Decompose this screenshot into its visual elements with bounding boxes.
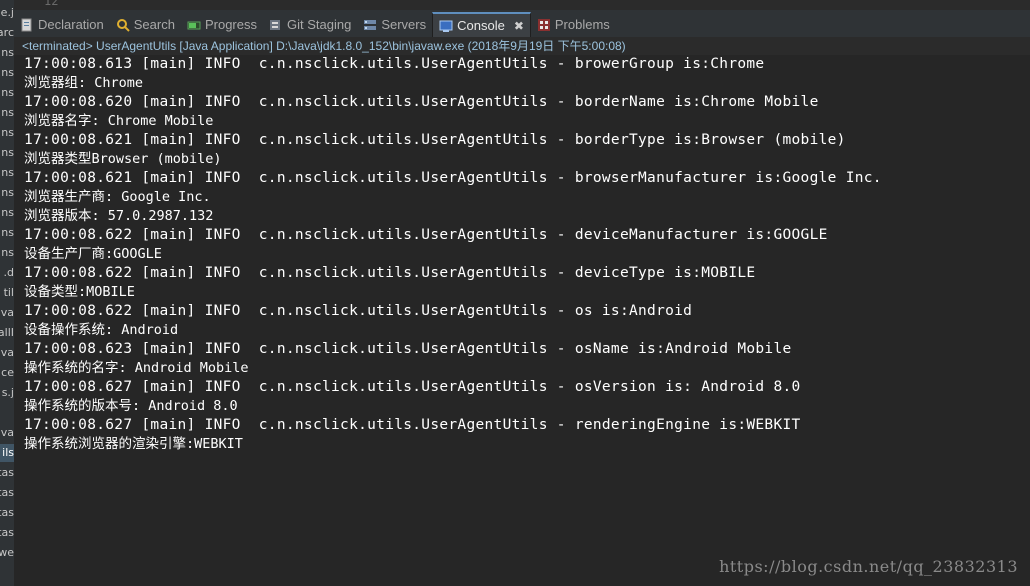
package-tree-item[interactable]: ns: [0, 204, 14, 222]
console-info-bar: <terminated> UserAgentUtils [Java Applic…: [14, 37, 1030, 55]
tab-search[interactable]: Search: [110, 12, 181, 37]
search-icon: [116, 18, 130, 32]
console-output-line: 浏览器版本: 57.0.2987.132: [24, 208, 214, 224]
package-tree-item[interactable]: ils: [0, 444, 14, 462]
console-log-line: 17:00:08.621 [main] INFO c.n.nsclick.uti…: [24, 132, 846, 148]
console-log-line: 17:00:08.622 [main] INFO c.n.nsclick.uti…: [24, 227, 828, 243]
tab-label: Problems: [554, 17, 610, 32]
package-tree-item[interactable]: tas: [0, 464, 14, 482]
problems-icon: [537, 18, 551, 32]
package-tree-item[interactable]: arc: [0, 24, 14, 42]
console-output-line: 设备类型:MOBILE: [24, 284, 135, 300]
console-log-line: 17:00:08.627 [main] INFO c.n.nsclick.uti…: [24, 417, 801, 433]
package-tree-item[interactable]: we: [0, 544, 14, 562]
package-explorer-strip[interactable]: e.j arc ns ns ns ns ns ns ns ns ns ns ns d. til va allI v…: [0, 0, 15, 586]
package-tree-item[interactable]: [0, 404, 14, 422]
package-tree-item[interactable]: ns: [0, 244, 14, 262]
console-output-line: 设备生产厂商:GOOGLE: [24, 246, 162, 262]
console-log-line: 17:00:08.621 [main] INFO c.n.nsclick.uti…: [24, 170, 882, 186]
editor-remnant: 12: [14, 0, 1030, 10]
package-tree-item[interactable]: ce: [0, 364, 14, 382]
package-tree-item[interactable]: ns: [0, 144, 14, 162]
console-output-line: 浏览器类型Browser (mobile): [24, 151, 222, 167]
package-tree-item[interactable]: ns: [0, 104, 14, 122]
package-tree-item[interactable]: va: [0, 344, 14, 362]
console-log-line: 17:00:08.623 [main] INFO c.n.nsclick.uti…: [24, 341, 792, 357]
console-log-line: 17:00:08.622 [main] INFO c.n.nsclick.uti…: [24, 265, 756, 281]
console-output-line: 操作系统的名字: Android Mobile: [24, 360, 249, 376]
tab-label: Search: [133, 17, 175, 32]
console-log-line: 17:00:08.622 [main] INFO c.n.nsclick.uti…: [24, 303, 693, 319]
package-tree-item[interactable]: e.j: [0, 4, 14, 22]
package-tree-item[interactable]: tas: [0, 524, 14, 542]
tab-label: Git Staging: [287, 17, 352, 32]
package-tree-item[interactable]: ns: [0, 44, 14, 62]
package-tree-item[interactable]: tas: [0, 484, 14, 502]
progress-icon: [187, 18, 201, 32]
view-tab-bar: Declaration Search Progress Git Staging Serv…: [14, 10, 1030, 38]
package-tree-item[interactable]: va: [0, 304, 14, 322]
tab-problems[interactable]: Problems: [531, 12, 616, 37]
console-output-line: 浏览器组: Chrome: [24, 75, 144, 91]
package-tree-item[interactable]: til: [0, 284, 14, 302]
package-tree-item[interactable]: d.: [0, 264, 14, 282]
package-tree-item[interactable]: ns: [0, 64, 14, 82]
package-tree-item[interactable]: ns: [0, 124, 14, 142]
editor-line-number: 12: [44, 0, 59, 8]
package-tree-item[interactable]: ns: [0, 184, 14, 202]
package-tree-item[interactable]: va: [0, 424, 14, 442]
tab-git-staging[interactable]: Git Staging: [263, 12, 357, 37]
console-icon: [439, 19, 453, 33]
git-icon: [269, 18, 283, 32]
tab-declaration[interactable]: Declaration: [14, 12, 110, 37]
close-icon[interactable]: ✖: [514, 19, 524, 33]
package-tree-item[interactable]: ns: [0, 224, 14, 242]
declaration-icon: [20, 18, 34, 32]
console-log-line: 17:00:08.620 [main] INFO c.n.nsclick.uti…: [24, 94, 819, 110]
console-output-line: 浏览器生产商: Google Inc.: [24, 189, 211, 205]
eclipse-console-window: e.j arc ns ns ns ns ns ns ns ns ns ns ns d. til va allI v…: [0, 0, 1030, 586]
tab-console[interactable]: Console ✖: [432, 12, 531, 37]
tab-label: Console: [457, 18, 505, 33]
console-output-line: 浏览器名字: Chrome Mobile: [24, 113, 214, 129]
servers-icon: [363, 18, 377, 32]
package-tree-item[interactable]: ns: [0, 164, 14, 182]
package-tree-item[interactable]: [0, 564, 14, 582]
tab-servers[interactable]: Servers: [357, 12, 432, 37]
package-tree-item[interactable]: allI: [0, 324, 14, 342]
watermark: https://blog.csdn.net/qq_23832313: [719, 557, 1018, 576]
package-tree-item[interactable]: s.j: [0, 384, 14, 402]
tab-label: Declaration: [38, 17, 104, 32]
console-log-line: 17:00:08.613 [main] INFO c.n.nsclick.uti…: [24, 56, 765, 72]
package-tree-item[interactable]: tas: [0, 504, 14, 522]
console-output-line: 操作系统浏览器的渲染引擎:WEBKIT: [24, 436, 243, 452]
console-output-line: 操作系统的版本号: Android 8.0: [24, 398, 238, 414]
console-output[interactable]: 17:00:08.613 [main] INFO c.n.nsclick.uti…: [14, 55, 1030, 586]
console-output-line: 设备操作系统: Android: [24, 322, 179, 338]
package-tree-item[interactable]: ns: [0, 84, 14, 102]
console-log-line: 17:00:08.627 [main] INFO c.n.nsclick.uti…: [24, 379, 801, 395]
tab-label: Progress: [204, 17, 257, 32]
tab-progress[interactable]: Progress: [181, 12, 263, 37]
tab-label: Servers: [381, 17, 427, 32]
